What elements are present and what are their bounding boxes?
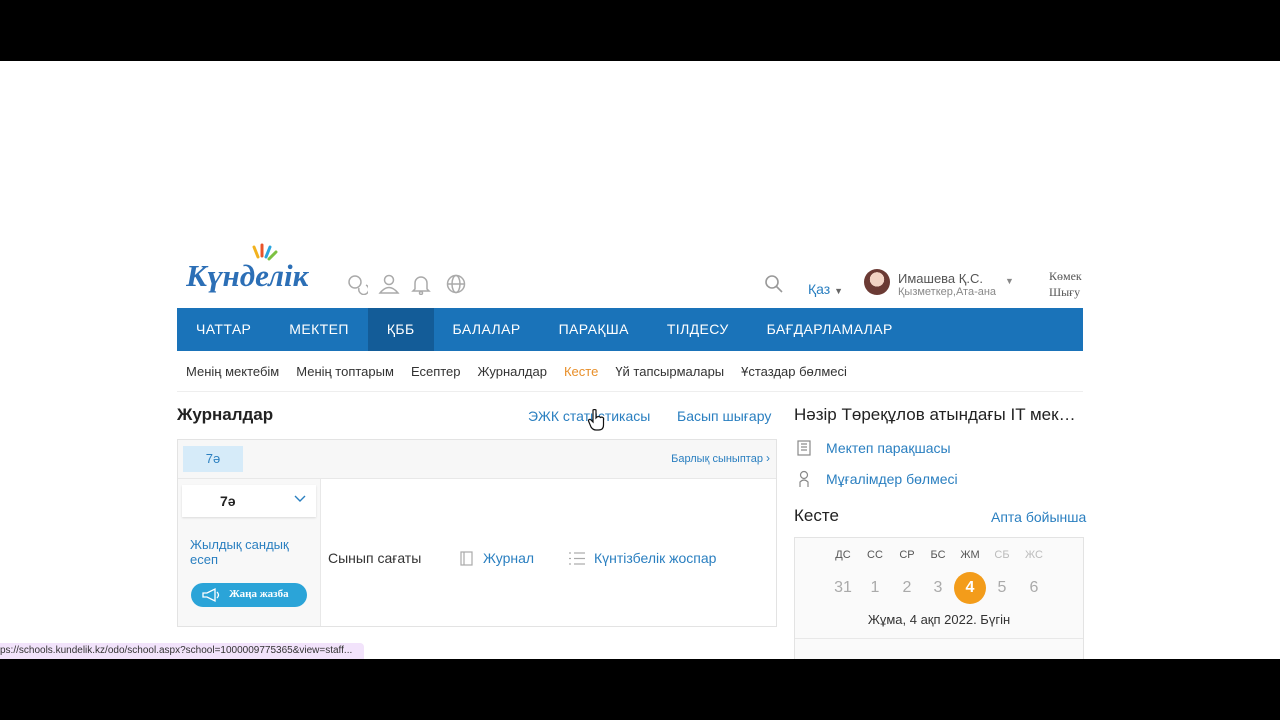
nav-chats[interactable]: ЧАТТАР — [177, 308, 270, 351]
week-calendar: ДС СС СР БС ЖМ СБ ЖС 31 1 2 3 4 5 6 Жұма… — [794, 537, 1084, 659]
day-number[interactable]: 5 — [986, 572, 1018, 604]
subnav-journals[interactable]: Журналдар — [469, 364, 555, 379]
user-name[interactable]: Имашева Қ.С. — [898, 271, 983, 286]
globe-icon[interactable] — [445, 273, 467, 295]
help-link[interactable]: Көмек — [1049, 268, 1082, 284]
annual-report-link[interactable]: Жылдық сандық есеп — [190, 537, 310, 567]
page-title: Журналдар — [177, 405, 274, 424]
nav-messaging[interactable]: ТІЛДЕСУ — [648, 308, 748, 351]
subnav-my-school[interactable]: Менің мектебім — [177, 364, 287, 379]
journal-icon — [460, 551, 473, 571]
panel-header: 7ә Барлық сыныптар › — [178, 440, 776, 479]
status-bar-url: ps://schools.kundelik.kz/odo/school.aspx… — [0, 643, 365, 659]
user-menu-chevron-icon[interactable]: ▼ — [1005, 276, 1014, 286]
journals-panel: 7ә Барлық сыныптар › 7ә Жылдық сандық ес… — [177, 439, 777, 627]
subnav-my-groups[interactable]: Менің топтарым — [287, 364, 402, 379]
bell-icon[interactable] — [410, 273, 432, 296]
print-link[interactable]: Басып шығару — [677, 408, 771, 424]
day-name: СР — [899, 549, 915, 561]
new-entry-button[interactable]: Жаңа жазба — [191, 583, 307, 607]
school-page-link[interactable]: Мектеп парақшасы — [826, 440, 951, 456]
day-number-today[interactable]: 4 — [954, 572, 986, 604]
teachers-room-link[interactable]: Мұғалімдер бөлмесі — [826, 471, 958, 487]
avatar[interactable] — [864, 269, 890, 295]
class-chip[interactable]: 7ә — [183, 446, 243, 472]
teacher-icon — [797, 470, 811, 493]
browser-viewport: Күнделік Қаз ▼ Имашева Қ.С. Қызметкер,Ат… — [0, 61, 1280, 659]
day-name: ЖМ — [960, 549, 980, 561]
building-icon — [797, 440, 811, 461]
search-icon[interactable] — [764, 274, 784, 299]
school-name[interactable]: Нәзір Төреқұлов атындағы IT мек… — [794, 405, 1076, 425]
all-classes-label: Барлық сыныптар — [671, 453, 763, 465]
help-logout[interactable]: Көмек Шығу — [1049, 268, 1082, 300]
main-nav: ЧАТТАР МЕКТЕП ҚББ БАЛАЛАР ПАРАҚША ТІЛДЕС… — [177, 308, 1083, 351]
nav-kbb[interactable]: ҚББ — [367, 308, 434, 351]
divider — [795, 638, 1083, 639]
day-name: СС — [867, 549, 883, 561]
day-name: БС — [930, 549, 946, 561]
class-sidebar: 7ә Жылдық сандық есеп Жаңа жазба — [178, 479, 321, 626]
subnav-schedule[interactable]: Кесте — [555, 364, 606, 379]
current-date: Жұма, 4 ақп 2022. Бүгін — [867, 612, 1011, 627]
day-number[interactable]: 6 — [1018, 572, 1050, 604]
calendar-plan-link[interactable]: Күнтізбелік жоспар — [594, 550, 716, 566]
logo-text: Күнделік — [186, 258, 310, 293]
user-icon[interactable] — [378, 273, 400, 295]
logout-link[interactable]: Шығу — [1049, 284, 1082, 300]
chevron-down-icon — [294, 491, 306, 509]
hand-cursor-icon — [587, 408, 606, 436]
chat-icon[interactable] — [346, 273, 370, 296]
schedule-title: Кесте — [794, 506, 839, 525]
language-label: Қаз — [808, 281, 831, 297]
all-classes-link[interactable]: Барлық сыныптар › — [671, 451, 770, 465]
nav-page[interactable]: ПАРАҚША — [540, 308, 648, 351]
language-selector[interactable]: Қаз ▼ — [808, 281, 843, 297]
megaphone-icon — [201, 587, 223, 606]
day-number[interactable]: 3 — [922, 572, 954, 604]
day-name: ЖС — [1025, 549, 1043, 561]
class-select-value: 7ә — [220, 493, 236, 509]
chevron-down-icon: ▼ — [834, 286, 844, 296]
nav-school[interactable]: МЕКТЕП — [270, 308, 368, 351]
subnav-homework[interactable]: Үй тапсырмалары — [606, 364, 732, 379]
journal-link[interactable]: Журнал — [483, 550, 534, 566]
new-entry-label: Жаңа жазба — [229, 588, 289, 600]
sub-nav: Менің мектебім Менің топтарым Есептер Жу… — [177, 351, 1083, 392]
list-icon — [568, 551, 586, 571]
day-name: ДС — [835, 549, 851, 561]
day-number[interactable]: 2 — [891, 572, 923, 604]
user-role: Қызметкер,Ата-ана — [898, 286, 997, 298]
subnav-teachers-room[interactable]: Ұстаздар бөлмесі — [732, 364, 855, 379]
chevron-right-icon: › — [766, 451, 770, 465]
nav-programs[interactable]: БАҒДАРЛАМАЛАР — [748, 308, 912, 351]
class-hour-label: Сынып сағаты — [328, 550, 422, 566]
day-name: СБ — [994, 549, 1010, 561]
day-number[interactable]: 1 — [859, 572, 891, 604]
class-select[interactable]: 7ә — [182, 485, 316, 517]
kundelik-logo[interactable]: Күнделік — [185, 243, 326, 303]
by-week-link[interactable]: Апта бойынша — [991, 509, 1086, 525]
subnav-reports[interactable]: Есептер — [402, 364, 469, 379]
nav-children[interactable]: БАЛАЛАР — [434, 308, 540, 351]
day-number[interactable]: 31 — [827, 572, 859, 604]
